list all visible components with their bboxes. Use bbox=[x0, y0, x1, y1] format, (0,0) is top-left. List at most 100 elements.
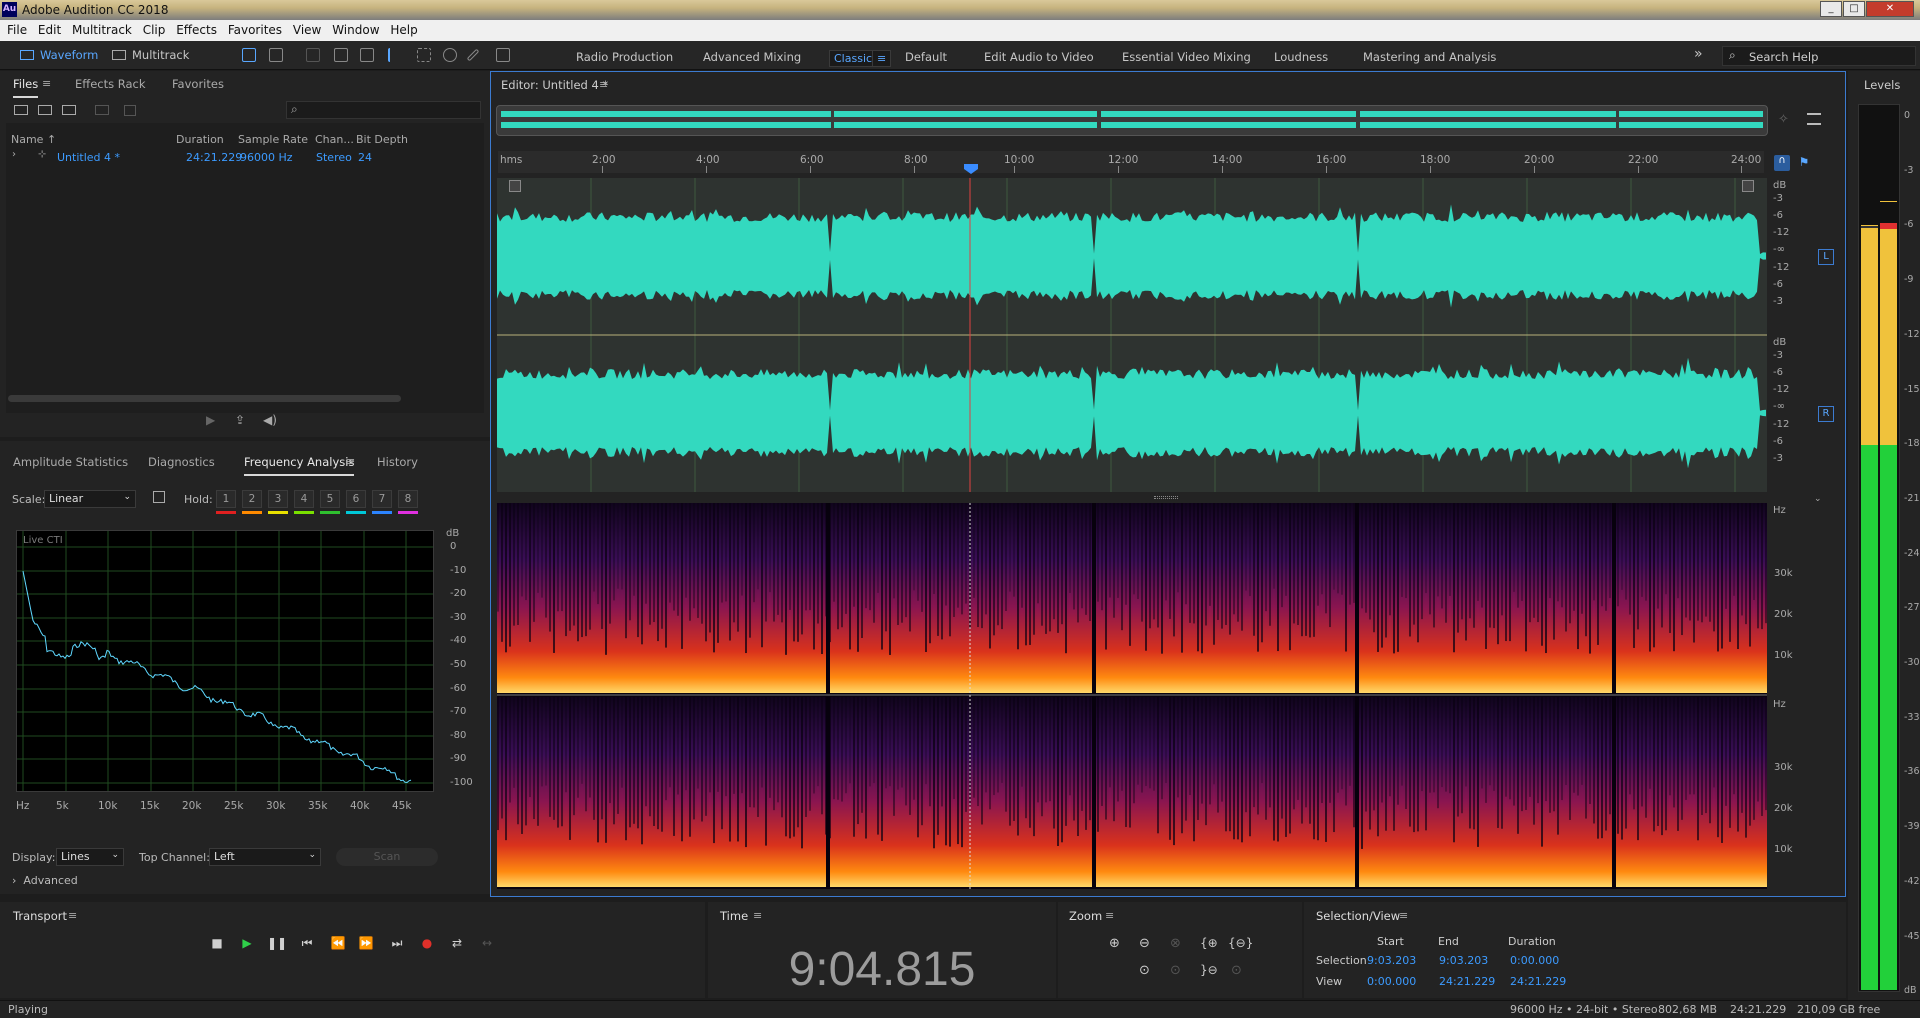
menu-view[interactable]: View bbox=[286, 20, 321, 37]
spectral-display[interactable] bbox=[497, 503, 1767, 889]
insert-into-multitrack-icon[interactable] bbox=[95, 105, 109, 115]
maximize-button[interactable]: □ bbox=[1843, 1, 1865, 17]
menu-favorites[interactable]: Favorites bbox=[221, 20, 282, 37]
preview-autoplay-icon[interactable]: ◀) bbox=[263, 413, 277, 427]
view-end[interactable]: 24:21.229 bbox=[1439, 975, 1495, 988]
workspace-loudness[interactable]: Loudness bbox=[1274, 50, 1328, 64]
menu-window[interactable]: Window bbox=[325, 20, 379, 37]
menu-multitrack[interactable]: Multitrack bbox=[65, 20, 132, 37]
tab-frequency-analysis[interactable]: Frequency Analysis bbox=[244, 455, 355, 476]
collapse-chevron-icon[interactable]: ⌄ bbox=[1814, 494, 1822, 504]
files-panel-menu-icon[interactable]: ≡ bbox=[42, 77, 51, 90]
col-name[interactable]: Name ↑ bbox=[11, 133, 56, 146]
overview-navigator[interactable] bbox=[496, 105, 1768, 136]
play-icon[interactable]: ▶ bbox=[237, 936, 257, 950]
zoom-to-fit-icon[interactable]: ✧ bbox=[1778, 112, 1794, 128]
preview-play-icon[interactable]: ▶ bbox=[206, 413, 215, 427]
workspace-overflow-icon[interactable]: » bbox=[1694, 46, 1703, 62]
expand-chevron-icon[interactable]: › bbox=[12, 149, 16, 160]
hold-button-3[interactable]: 3 bbox=[268, 490, 288, 508]
hold-button-8[interactable]: 8 bbox=[398, 490, 418, 508]
snap-icon[interactable]: ∩ bbox=[1774, 155, 1790, 171]
hold-button-7[interactable]: 7 bbox=[372, 490, 392, 508]
workspace-classic[interactable]: Classic bbox=[829, 50, 878, 67]
tab-effects-rack[interactable]: Effects Rack bbox=[75, 77, 146, 91]
zoom-reset-amplitude-icon[interactable]: ⊗ bbox=[1170, 936, 1181, 951]
time-selection-tool-icon[interactable] bbox=[388, 48, 402, 62]
multitrack-view-button[interactable]: Multitrack bbox=[106, 45, 189, 65]
col-bit-depth[interactable]: Bit Depth bbox=[356, 133, 408, 146]
record-icon[interactable]: ● bbox=[417, 936, 437, 950]
marker-icon[interactable]: ⚑ bbox=[1796, 155, 1812, 171]
hold-button-5[interactable]: 5 bbox=[320, 490, 340, 508]
file-name[interactable]: Untitled 4 * bbox=[57, 151, 120, 164]
display-select[interactable]: Lines ⌄ bbox=[56, 848, 124, 866]
zoom-out-point-icon[interactable]: ⊙ bbox=[1231, 963, 1242, 978]
hold-button-4[interactable]: 4 bbox=[294, 490, 314, 508]
time-menu-icon[interactable]: ≡ bbox=[753, 909, 762, 922]
files-horizontal-scrollbar[interactable] bbox=[8, 395, 401, 402]
editor-menu-icon[interactable]: ≡ bbox=[599, 78, 608, 91]
tab-amplitude-statistics[interactable]: Amplitude Statistics bbox=[13, 455, 128, 469]
waveform-view-button[interactable]: Waveform bbox=[14, 45, 98, 65]
advanced-toggle[interactable]: › Advanced bbox=[12, 874, 78, 887]
channel-left-toggle[interactable]: L bbox=[1818, 249, 1834, 265]
editor-title[interactable]: Editor: Untitled 4 * bbox=[501, 78, 608, 92]
menu-edit[interactable]: Edit bbox=[31, 20, 61, 37]
zoom-out-amplitude-icon[interactable]: ⊖ bbox=[1139, 936, 1150, 951]
close-window-button[interactable]: ✕ bbox=[1866, 1, 1914, 17]
spot-healing-icon[interactable] bbox=[496, 48, 510, 62]
fade-out-handle[interactable] bbox=[1742, 180, 1754, 192]
search-help-input[interactable]: ⌕ Search Help bbox=[1722, 46, 1916, 66]
zoom-out-full-icon[interactable]: {⊖} bbox=[1228, 936, 1253, 950]
view-start[interactable]: 0:00.000 bbox=[1367, 975, 1416, 988]
zoom-out-time-icon[interactable]: }⊖ bbox=[1200, 963, 1218, 977]
skip-selection-icon[interactable]: ↔ bbox=[477, 936, 497, 950]
waveform-display[interactable] bbox=[497, 178, 1767, 492]
scale-select[interactable]: Linear ⌄ bbox=[44, 490, 136, 508]
lasso-tool-icon[interactable] bbox=[443, 48, 457, 62]
channel-right-toggle[interactable]: R bbox=[1818, 406, 1834, 422]
view-duration[interactable]: 24:21.229 bbox=[1510, 975, 1566, 988]
selection-end[interactable]: 9:03.203 bbox=[1439, 954, 1488, 967]
fast-forward-icon[interactable]: ⏩ bbox=[356, 936, 376, 950]
stop-icon[interactable]: ■ bbox=[207, 936, 227, 950]
slip-tool-icon[interactable] bbox=[360, 48, 374, 62]
previous-icon[interactable]: ⏮ bbox=[297, 936, 317, 951]
workspace-edit-audio-to-video[interactable]: Edit Audio to Video bbox=[984, 50, 1094, 64]
pause-icon[interactable]: ❚❚ bbox=[267, 936, 287, 950]
col-channels[interactable]: Chan... bbox=[315, 133, 354, 146]
zoom-in-time-icon[interactable]: {⊕ bbox=[1200, 936, 1218, 950]
new-file-icon[interactable] bbox=[62, 105, 76, 115]
selection-view-menu-icon[interactable]: ≡ bbox=[1399, 909, 1408, 922]
pitch-display-icon[interactable] bbox=[269, 48, 283, 62]
zoom-menu-icon[interactable]: ≡ bbox=[1105, 909, 1114, 922]
menu-clip[interactable]: Clip bbox=[136, 20, 166, 37]
tab-history[interactable]: History bbox=[377, 455, 418, 469]
tab-files[interactable]: Files bbox=[13, 77, 39, 98]
brush-tool-icon[interactable] bbox=[466, 48, 480, 62]
col-duration[interactable]: Duration bbox=[176, 133, 224, 146]
split-drag-handle[interactable] bbox=[1154, 496, 1178, 499]
next-icon[interactable]: ⏭ bbox=[387, 936, 407, 951]
col-sample-rate[interactable]: Sample Rate bbox=[238, 133, 308, 146]
hold-button-6[interactable]: 6 bbox=[346, 490, 366, 508]
delete-file-icon[interactable] bbox=[124, 105, 136, 116]
selection-duration[interactable]: 0:00.000 bbox=[1510, 954, 1559, 967]
menu-effects[interactable]: Effects bbox=[169, 20, 217, 37]
reset-graph-icon[interactable] bbox=[153, 491, 165, 503]
marquee-tool-icon[interactable] bbox=[417, 48, 431, 62]
preview-loop-icon[interactable]: ⇪ bbox=[235, 413, 245, 427]
razor-tool-icon[interactable] bbox=[334, 48, 348, 62]
transport-menu-icon[interactable]: ≡ bbox=[68, 909, 77, 922]
scan-button[interactable]: Scan bbox=[336, 848, 438, 866]
files-search-input[interactable]: ⌕ bbox=[286, 101, 481, 119]
workspace-default[interactable]: Default bbox=[905, 50, 947, 64]
fade-in-handle[interactable] bbox=[509, 180, 521, 192]
time-display[interactable]: 9:04.815 bbox=[708, 942, 1056, 997]
import-file-icon[interactable] bbox=[38, 105, 52, 115]
selection-start[interactable]: 9:03.203 bbox=[1367, 954, 1416, 967]
loop-playback-icon[interactable]: ⇄ bbox=[447, 936, 467, 950]
menu-file[interactable]: File bbox=[0, 20, 27, 37]
top-channel-select[interactable]: Left ⌄ bbox=[209, 848, 321, 866]
